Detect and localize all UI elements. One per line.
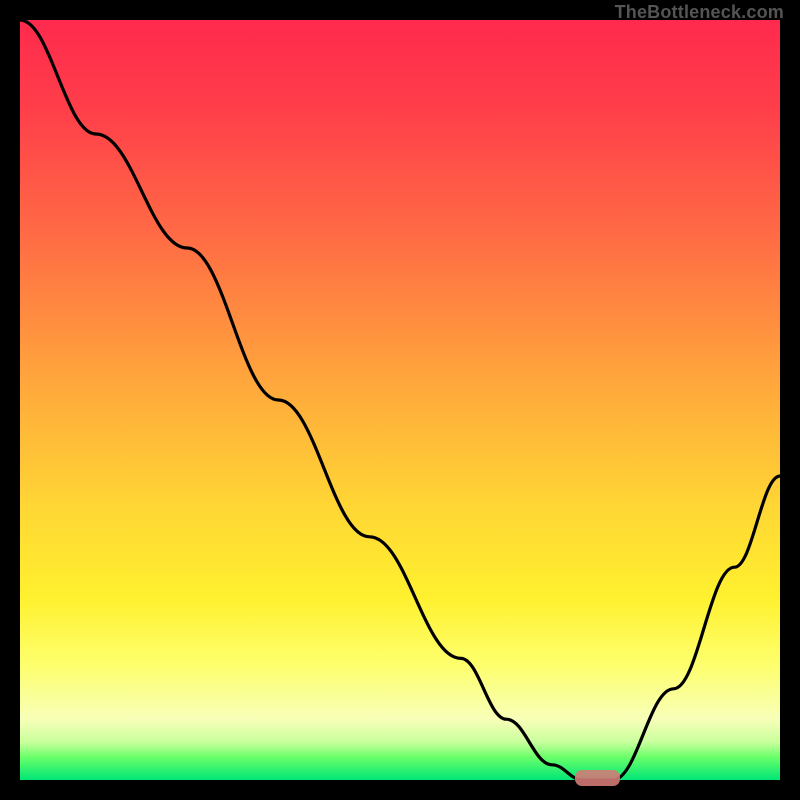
curve-path	[20, 20, 780, 780]
optimal-zone-marker	[575, 770, 621, 785]
bottleneck-curve	[20, 20, 780, 780]
chart-frame: TheBottleneck.com	[0, 0, 800, 800]
gradient-plot-area	[20, 20, 780, 780]
